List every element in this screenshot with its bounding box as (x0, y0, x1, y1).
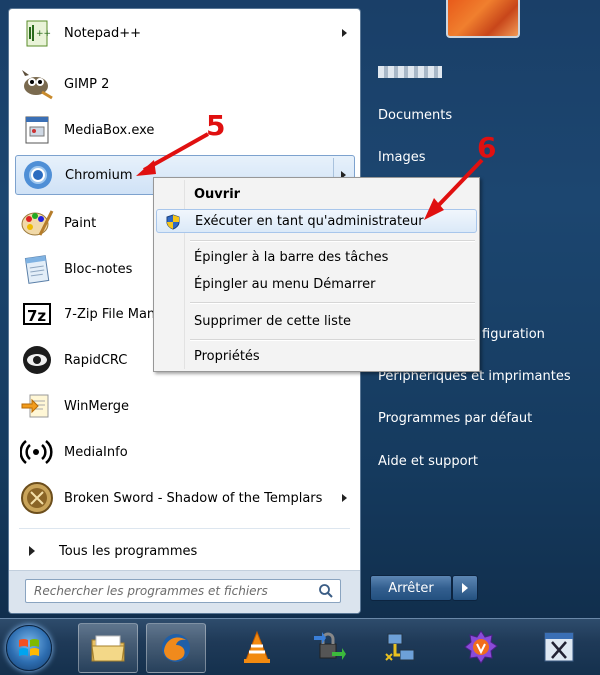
program-label: Bloc-notes (64, 261, 133, 277)
shutdown-options-button[interactable] (452, 575, 478, 601)
mediabox-icon (19, 112, 55, 148)
program-label: WinMerge (64, 398, 129, 414)
program-label: Notepad++ (64, 25, 142, 41)
shutdown-label: Arrêter (388, 580, 434, 596)
link-default-programs[interactable]: Programmes par défaut (378, 411, 532, 426)
uac-shield-icon (165, 214, 181, 234)
menu-item-pin-start[interactable]: Épingler au menu Démarrer (156, 272, 477, 296)
menu-item-properties[interactable]: Propriétés (156, 344, 477, 368)
program-label: Broken Sword - Shadow of the Templars (64, 490, 323, 506)
link-help-support[interactable]: Aide et support (378, 454, 478, 469)
program-label: MediaInfo (64, 444, 128, 460)
winmerge-icon (19, 388, 55, 424)
shutdown-button[interactable]: Arrêter (370, 575, 452, 601)
svg-text:7z: 7z (27, 307, 46, 325)
all-programs-button[interactable]: Tous les programmes (19, 537, 349, 565)
mediainfo-icon (19, 434, 55, 470)
windows-logo-icon (19, 639, 39, 656)
notepad-icon (19, 251, 55, 287)
menu-item-label: Exécuter en tant qu'administrateur (195, 213, 424, 229)
7zip-icon: 7z (19, 296, 55, 332)
user-avatar[interactable] (446, 0, 520, 38)
program-label: GIMP 2 (64, 76, 110, 92)
menu-item-label: Supprimer de cette liste (194, 313, 352, 329)
taskbar-network-tool[interactable] (300, 623, 358, 671)
windows-explorer-icon (91, 635, 125, 662)
all-programs-label: Tous les programmes (59, 543, 198, 559)
svg-text:++: ++ (36, 29, 51, 39)
menu-separator (190, 302, 475, 304)
program-winmerge[interactable]: WinMerge (15, 384, 355, 428)
taskbar-vlc[interactable] (228, 623, 286, 671)
annotation-arrow-6 (424, 158, 484, 220)
taskbar-scissors-app[interactable] (530, 623, 588, 671)
taskbar-network-transfer[interactable] (372, 623, 430, 671)
menu-item-label: Ouvrir (194, 186, 241, 202)
chromium-icon (20, 157, 56, 193)
menu-item-label: Épingler à la barre des tâches (194, 249, 389, 265)
program-notepadpp[interactable]: ++ Notepad++ (15, 11, 355, 55)
menu-item-label: Épingler au menu Démarrer (194, 276, 376, 292)
menu-separator (190, 240, 475, 242)
network-transfer-icon (385, 633, 415, 661)
program-mediainfo[interactable]: MediaInfo (15, 430, 355, 474)
menu-item-pin-taskbar[interactable]: Épingler à la barre des tâches (156, 245, 477, 269)
scissors-app-icon (544, 632, 574, 662)
submenu-arrow-icon[interactable] (342, 29, 347, 37)
menu-item-label: Propriétés (194, 348, 260, 364)
broken-sword-icon (19, 480, 55, 516)
link-control-panel[interactable]: figuration (482, 327, 545, 342)
chevron-right-icon (462, 583, 468, 593)
rapidcrc-icon (19, 342, 55, 378)
arrow-right-icon (29, 546, 35, 556)
search-icon[interactable] (318, 583, 334, 603)
submenu-arrow-icon[interactable] (342, 494, 347, 502)
firefox-icon (162, 634, 190, 662)
menu-separator (190, 339, 475, 341)
vlc-icon (244, 630, 270, 663)
link-documents[interactable]: Documents (378, 108, 452, 123)
separator (19, 528, 350, 529)
taskbar-explorer[interactable] (78, 623, 138, 673)
program-gimp[interactable]: GIMP 2 (15, 62, 355, 106)
notepadpp-icon: ++ (19, 15, 55, 51)
program-label: Paint (64, 215, 97, 231)
network-tool-icon (314, 632, 346, 660)
taskbar-poweriso[interactable] (452, 623, 510, 671)
gimp-icon (19, 66, 55, 102)
search-box[interactable] (25, 579, 341, 603)
search-area (9, 570, 360, 613)
start-orb-button[interactable] (6, 625, 52, 671)
program-broken-sword[interactable]: Broken Sword - Shadow of the Templars (15, 476, 355, 520)
taskbar-firefox[interactable] (146, 623, 206, 673)
taskbar (0, 618, 600, 675)
program-label: Chromium (65, 167, 133, 183)
user-name-blurred[interactable] (378, 66, 442, 78)
search-input[interactable] (32, 580, 316, 602)
menu-item-remove-from-list[interactable]: Supprimer de cette liste (156, 309, 477, 333)
program-label: RapidCRC (64, 352, 128, 368)
poweriso-icon (464, 630, 498, 664)
annotation-arrow-5 (136, 132, 209, 176)
paint-icon (19, 205, 55, 241)
